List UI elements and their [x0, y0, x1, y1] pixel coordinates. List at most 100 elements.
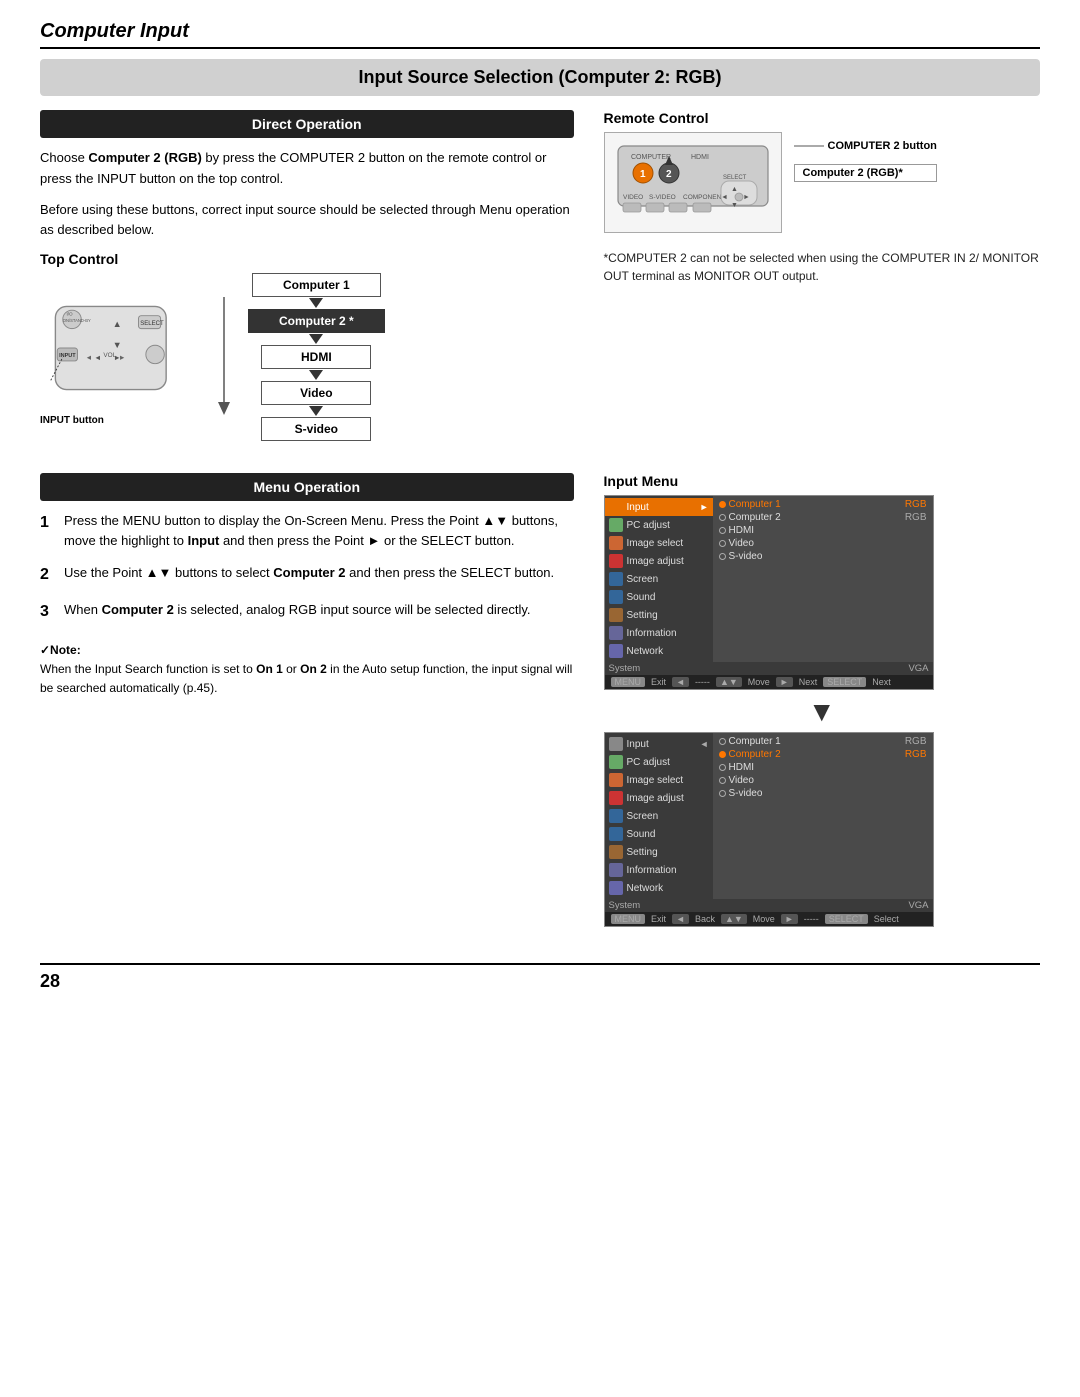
step-2-num: 2 — [40, 563, 56, 588]
svg-text:HDMI: HDMI — [691, 154, 709, 161]
note-check: ✓Note: — [40, 641, 574, 660]
key-menu-action-2: Exit — [651, 914, 666, 924]
menu-item-screen-2: Screen — [605, 807, 713, 825]
key-left-1: ◄ — [672, 677, 689, 687]
flow-arrow2 — [309, 334, 323, 344]
menu-system-1: System VGA — [605, 662, 933, 675]
page-header: Computer Input — [40, 20, 1040, 49]
menu-item-imgselect-1: Image select — [605, 534, 713, 552]
menu-item-imgadjust-2: Image adjust — [605, 789, 713, 807]
radio-comp2-2 — [719, 751, 726, 758]
key-select-1: SELECT — [823, 677, 866, 687]
menu-opt-video-2: Video — [719, 774, 927, 787]
setting-icon-2 — [609, 845, 623, 859]
top-control-area: I/O ON/STAND-BY INPUT ◄ VOL ► ▲ ▼ SELECT — [40, 273, 574, 441]
radio-comp1-1 — [719, 501, 726, 508]
menu-item-pcadjust-label-1: PC adjust — [627, 520, 670, 531]
svg-text:COMPONENT: COMPONENT — [683, 194, 725, 201]
svg-text:◄: ◄ — [721, 194, 728, 201]
svg-text:▲: ▲ — [731, 186, 738, 193]
info-icon-1 — [609, 626, 623, 640]
svg-text:VIDEO: VIDEO — [623, 194, 643, 201]
step-1-num: 1 — [40, 511, 56, 551]
page-title: Computer Input — [40, 20, 189, 42]
note-asterisk: *COMPUTER 2 can not be selected when usi… — [604, 249, 1041, 285]
key-left-action-2: Back — [695, 914, 715, 924]
key-updown-2: ▲▼ — [721, 914, 747, 924]
menu-item-info-1: Information — [605, 624, 713, 642]
imgselect-icon-1 — [609, 536, 623, 550]
direct-op-bar: Direct Operation — [40, 110, 574, 138]
note-text: When the Input Search function is set to… — [40, 660, 574, 698]
imgselect-icon-2 — [609, 773, 623, 787]
svg-text:◄: ◄ — [94, 353, 101, 362]
menu-item-input-2: Input ◄ — [605, 735, 713, 753]
sound-icon-2 — [609, 827, 623, 841]
screen-icon-1 — [609, 572, 623, 586]
remote-control-label: Remote Control — [604, 110, 1041, 126]
controller-diagram: I/O ON/STAND-BY INPUT ◄ VOL ► ▲ ▼ SELECT — [40, 288, 200, 426]
menu-item-input-label-1: Input — [627, 502, 649, 513]
radio-hdmi-1 — [719, 527, 726, 534]
menu-screen-2-content: Input ◄ PC adjust Image select — [605, 733, 933, 899]
imgadjust-icon-1 — [609, 554, 623, 568]
menu-op-section: Menu Operation 1 Press the MENU button t… — [40, 473, 1040, 933]
menu-opt-comp2-2: Computer 2 RGB — [719, 748, 927, 761]
key-left-2: ◄ — [672, 914, 689, 924]
input-icon-1 — [609, 500, 623, 514]
remote-img: COMPUTER HDMI 1 2 VIDEO S-VIDEO — [604, 132, 782, 233]
svg-text:1: 1 — [640, 169, 646, 180]
menu-op-right: Input Menu Input ► PC adjust — [604, 473, 1041, 933]
radio-svideo-2 — [719, 790, 726, 797]
svg-text:2: 2 — [666, 169, 672, 180]
menu-item-info-2: Information — [605, 861, 713, 879]
key-right-1: ► — [776, 677, 793, 687]
step-list: 1 Press the MENU button to display the O… — [40, 511, 574, 625]
menu-opt-hdmi-2: HDMI — [719, 761, 927, 774]
key-left-action-1: ----- — [695, 677, 710, 687]
menu-bottom-1: MENUExit ◄----- ▲▼Move ►Next SELECTNext — [605, 675, 933, 689]
top-control-label: Top Control — [40, 251, 574, 267]
menu-system-2: System VGA — [605, 899, 933, 912]
svg-text:▼: ▼ — [731, 202, 738, 209]
menu-bottom-2: MENUExit ◄Back ▲▼Move ►----- SELECTSelec… — [605, 912, 933, 926]
menu-item-pcadjust-2: PC adjust — [605, 753, 713, 771]
network-icon-1 — [609, 644, 623, 658]
radio-svideo-1 — [719, 553, 726, 560]
menu-screen-2: Input ◄ PC adjust Image select — [604, 732, 934, 927]
menu-item-network-1: Network — [605, 642, 713, 660]
computer2-button-line: COMPUTER 2 button — [794, 140, 937, 152]
key-right-2: ► — [781, 914, 798, 924]
svg-text:SELECT: SELECT — [723, 175, 747, 181]
network-icon-2 — [609, 881, 623, 895]
menu-item-pcadjust-label-2: PC adjust — [627, 757, 670, 768]
menu-op-left: Menu Operation 1 Press the MENU button t… — [40, 473, 574, 933]
svg-text:INPUT: INPUT — [59, 353, 76, 359]
menu-op-bar: Menu Operation — [40, 473, 574, 501]
svg-text:◂: ◂ — [87, 352, 91, 362]
menu-left-1: Input ► PC adjust Image select — [605, 496, 713, 662]
menu-item-imgselect-2: Image select — [605, 771, 713, 789]
menu-item-imgadjust-label-1: Image adjust — [627, 556, 684, 567]
key-select-action-2: Select — [874, 914, 899, 924]
svg-text:►: ► — [743, 194, 750, 201]
computer2-rgb-badge: Computer 2 (RGB)* — [794, 164, 937, 182]
menu-item-network-label-1: Network — [627, 646, 664, 657]
menu-opt-video-1: Video — [719, 537, 927, 550]
flow-arrow1 — [309, 298, 323, 308]
step-1: 1 Press the MENU button to display the O… — [40, 511, 574, 551]
key-updown-action-2: Move — [753, 914, 775, 924]
menu-right-2: Computer 1 RGB Computer 2 RGB HDMI Video — [713, 733, 933, 899]
pcadjust-icon-2 — [609, 755, 623, 769]
svg-text:COMPUTER: COMPUTER — [631, 154, 671, 161]
menu-item-imgadjust-label-2: Image adjust — [627, 793, 684, 804]
system-label-2: System — [609, 900, 641, 911]
menu-item-info-label-1: Information — [627, 628, 677, 639]
sound-icon-1 — [609, 590, 623, 604]
key-menu-2: MENU — [611, 914, 646, 924]
flow-hdmi: HDMI — [261, 345, 371, 369]
menu-item-imgselect-label-1: Image select — [627, 538, 684, 549]
flow-computer2: Computer 2 * — [248, 309, 385, 333]
menu-opt-comp1-1: Computer 1 RGB — [719, 498, 927, 511]
radio-hdmi-2 — [719, 764, 726, 771]
